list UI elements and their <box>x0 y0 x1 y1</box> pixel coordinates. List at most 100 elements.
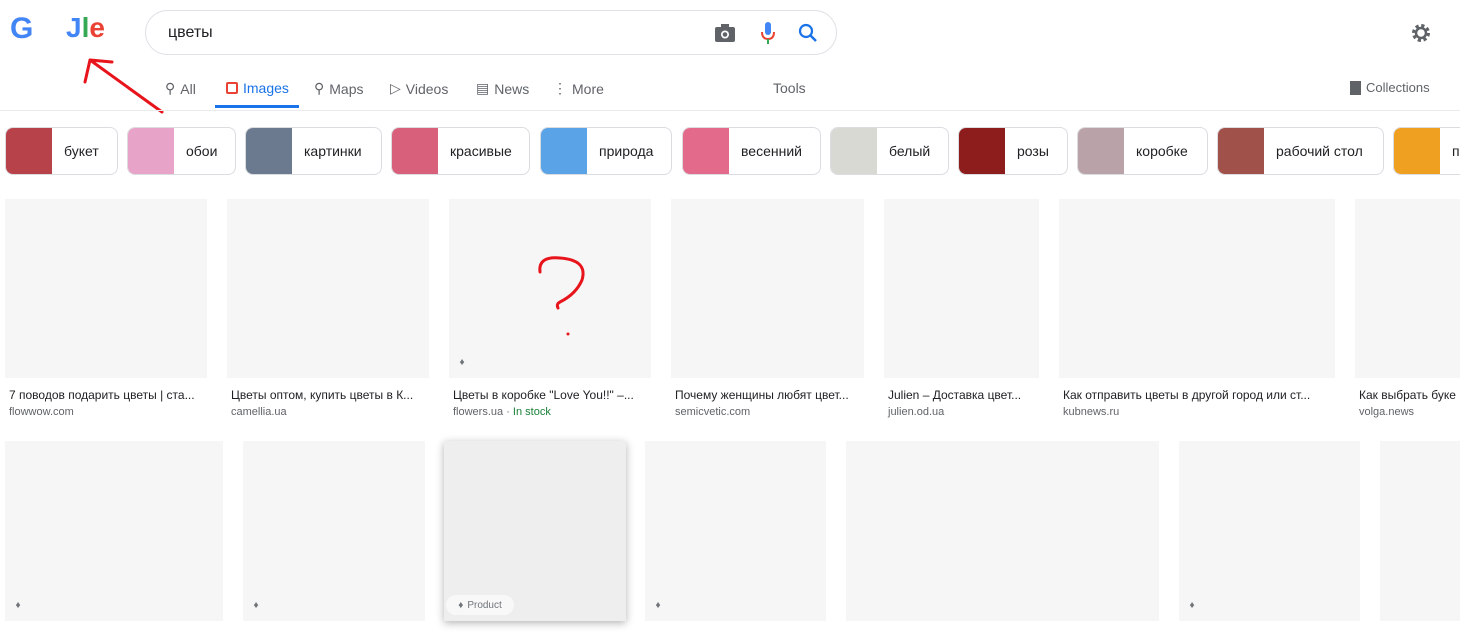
source-domain: semicvetic.com <box>675 406 751 418</box>
collections-button[interactable]: Collections <box>1350 80 1430 95</box>
image-title[interactable]: Цветы в коробке "Love You!!" –... <box>453 388 647 402</box>
image-result[interactable] <box>671 199 864 378</box>
related-search-chip[interactable]: п <box>1393 127 1460 175</box>
image-result[interactable]: ♦ <box>243 441 425 621</box>
google-logo-partial[interactable]: Jle <box>66 12 105 44</box>
image-title[interactable]: Как отправить цветы в другой город или с… <box>1063 388 1331 402</box>
search-icon: ⚲ <box>165 80 176 96</box>
chip-label: розы <box>1017 143 1049 159</box>
tab-news[interactable]: ▤ News <box>476 80 529 97</box>
image-result[interactable] <box>227 199 429 378</box>
tab-label: Videos <box>405 80 449 97</box>
image-title[interactable]: Цветы оптом, купить цветы в К... <box>231 388 425 402</box>
tag-icon: ♦ <box>647 595 669 615</box>
image-title[interactable]: Почему женщины любят цвет... <box>675 388 860 402</box>
image-result[interactable]: ♦ <box>1179 441 1360 621</box>
tag-icon: ♦ <box>1181 595 1203 615</box>
image-result[interactable] <box>884 199 1039 378</box>
image-result[interactable] <box>5 199 207 378</box>
tag-icon: ♦ Product <box>446 595 514 615</box>
tools-button[interactable]: Tools <box>773 80 806 96</box>
chip-thumbnail <box>1394 128 1440 174</box>
chip-label: весенний <box>741 143 802 159</box>
product-label: Product <box>467 599 502 611</box>
tools-label: Tools <box>773 80 806 96</box>
chip-thumbnail <box>246 128 292 174</box>
chip-thumbnail <box>541 128 587 174</box>
play-icon: ▷ <box>390 80 401 96</box>
related-search-chip[interactable]: рабочий стол <box>1217 127 1384 175</box>
image-source[interactable]: julien.od.ua <box>888 406 944 418</box>
tab-all[interactable]: ⚲ All <box>165 80 196 97</box>
more-vert-icon: ⋮ <box>553 80 567 96</box>
related-search-chip[interactable]: обои <box>127 127 236 175</box>
logo-letter: J <box>66 12 82 43</box>
image-title[interactable]: Как выбрать буке <box>1359 388 1460 402</box>
chip-label: рабочий стол <box>1276 143 1363 159</box>
tab-label: More <box>572 80 604 97</box>
bookmark-icon <box>1350 80 1361 95</box>
chip-thumbnail <box>683 128 729 174</box>
chip-thumbnail <box>6 128 52 174</box>
map-pin-icon: ⚲ <box>314 80 325 96</box>
image-result[interactable]: ♦ <box>5 441 223 621</box>
chip-thumbnail <box>128 128 174 174</box>
tag-icon: ♦ <box>451 352 473 372</box>
image-source[interactable]: camellia.ua <box>231 406 287 418</box>
related-search-chip[interactable]: букет <box>5 127 118 175</box>
related-search-chip[interactable]: природа <box>540 127 672 175</box>
collections-label: Collections <box>1366 80 1430 95</box>
related-search-chip[interactable]: коробке <box>1077 127 1208 175</box>
image-source[interactable]: flowers.ua · In stock <box>453 406 551 418</box>
tab-maps[interactable]: ⚲ Maps <box>314 80 364 97</box>
chip-label: п <box>1452 143 1460 159</box>
image-icon <box>226 82 238 94</box>
annotation-question-mark <box>538 256 585 336</box>
source-domain: kubnews.ru <box>1063 406 1120 418</box>
tab-more[interactable]: ⋮ More <box>553 80 604 97</box>
related-search-chip[interactable]: картинки <box>245 127 382 175</box>
tab-label: News <box>494 80 530 97</box>
chip-label: красивые <box>450 143 512 159</box>
source-domain: julien.od.ua <box>888 406 945 418</box>
search-input[interactable] <box>166 23 686 43</box>
source-domain: flowwow.com <box>9 406 74 418</box>
news-icon: ▤ <box>476 80 490 96</box>
source-domain: camellia.ua <box>231 406 287 418</box>
image-source[interactable]: semicvetic.com <box>675 406 750 418</box>
chip-thumbnail <box>959 128 1005 174</box>
image-source[interactable]: kubnews.ru <box>1063 406 1119 418</box>
image-result[interactable] <box>846 441 1159 621</box>
image-title[interactable]: 7 поводов подарить цветы | ста... <box>9 388 203 402</box>
image-result[interactable]: ♦ <box>645 441 826 621</box>
related-search-chip[interactable]: белый <box>830 127 949 175</box>
related-search-chip[interactable]: красивые <box>391 127 530 175</box>
image-source[interactable]: flowwow.com <box>9 406 74 418</box>
search-icon[interactable] <box>798 23 818 43</box>
image-result[interactable] <box>1355 199 1460 378</box>
source-domain: volga.news <box>1359 406 1415 418</box>
active-tab-indicator <box>215 105 299 108</box>
search-box[interactable] <box>145 10 837 55</box>
tab-label: Maps <box>329 80 364 97</box>
image-result[interactable] <box>1380 441 1460 621</box>
image-source[interactable]: volga.news <box>1359 406 1414 418</box>
image-result[interactable]: ♦ Product <box>444 441 626 621</box>
tab-videos[interactable]: ▷ Videos <box>390 80 448 97</box>
stock-status: In stock <box>512 406 551 418</box>
image-result[interactable] <box>1059 199 1335 378</box>
chip-thumbnail <box>1078 128 1124 174</box>
settings-gear-icon[interactable] <box>1410 22 1432 44</box>
chip-label: коробке <box>1136 143 1188 159</box>
related-search-chip[interactable]: розы <box>958 127 1068 175</box>
header-divider <box>0 110 1460 111</box>
camera-icon[interactable] <box>714 23 736 43</box>
tag-icon: ♦ <box>245 595 267 615</box>
image-title[interactable]: Julien – Доставка цвет... <box>888 388 1035 402</box>
microphone-icon[interactable] <box>760 21 776 45</box>
google-logo[interactable]: G <box>10 12 33 46</box>
chip-label: обои <box>186 143 218 159</box>
chip-label: букет <box>64 143 99 159</box>
related-search-chip[interactable]: весенний <box>682 127 821 175</box>
tab-images[interactable]: Images <box>226 80 289 96</box>
